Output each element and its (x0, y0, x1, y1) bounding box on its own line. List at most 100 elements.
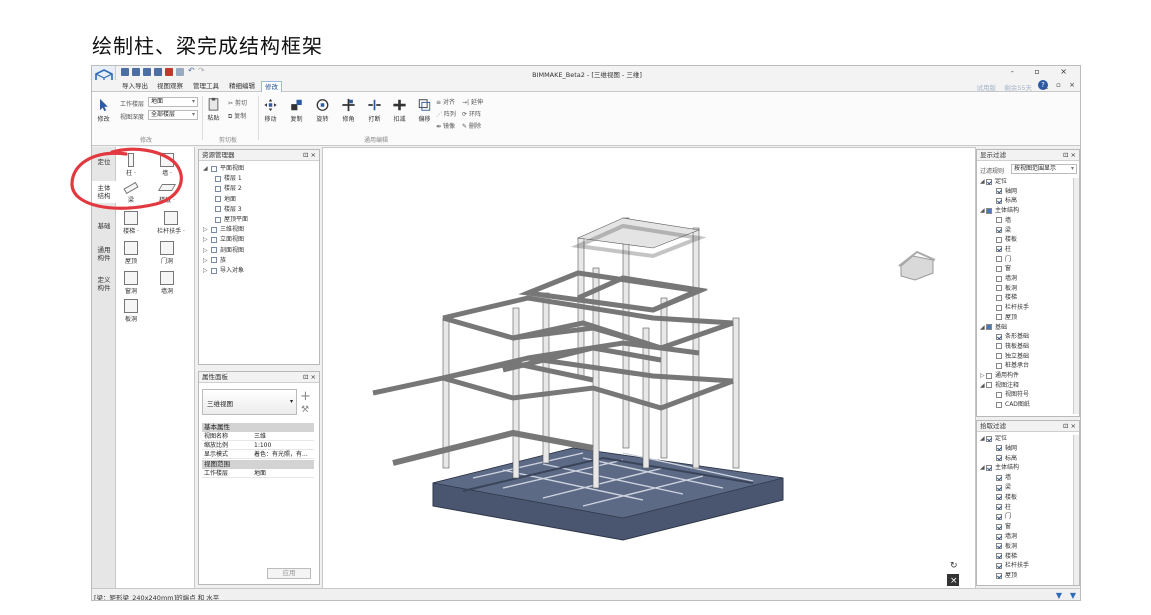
doc-window-controls[interactable]: _ ▫ × (1044, 81, 1078, 89)
view-cube[interactable] (898, 250, 936, 281)
checkbox[interactable] (996, 391, 1002, 398)
tree-item[interactable]: 轴网 (990, 445, 1017, 453)
tree-item[interactable]: 楼层 3 (213, 206, 242, 214)
nav-tab-common[interactable]: 通用 构件 (92, 243, 116, 265)
checkbox[interactable] (996, 333, 1002, 340)
tree-item[interactable]: 板洞 (990, 543, 1017, 551)
tree-item[interactable]: 独立基础 (990, 353, 1029, 361)
tab-import-export[interactable]: 导入导出 (119, 81, 151, 92)
tab-modify[interactable]: 修改 (261, 81, 282, 92)
checkbox[interactable] (986, 178, 992, 185)
prop-row[interactable]: 显示模式 着色：有光照，有... (202, 451, 314, 459)
checkbox[interactable] (986, 372, 992, 379)
checkbox[interactable] (996, 362, 1002, 369)
wrench-icon[interactable]: ⚒ (301, 405, 309, 415)
tree-item[interactable]: 楼层 1 (213, 175, 242, 183)
expand-icon[interactable]: ▷ (203, 247, 209, 255)
modify-button[interactable]: 修改 (96, 98, 111, 123)
prop-row[interactable]: 视图名称 三维 (202, 433, 314, 441)
copy-button[interactable]: 复制 (289, 98, 304, 123)
wall-opening-tool[interactable]: 墙洞 (152, 271, 182, 295)
tree-item[interactable]: 地面 (213, 196, 236, 204)
checkbox[interactable] (996, 494, 1002, 501)
tree-item[interactable]: 窗 (990, 523, 1011, 531)
nav-tab-custom[interactable]: 定义 构件 (92, 273, 116, 295)
delete-button[interactable]: ✎ 删除 (462, 121, 481, 130)
tree-item[interactable]: 筏板基础 (990, 343, 1029, 351)
expand-icon[interactable]: ▷ (203, 267, 209, 275)
checkbox[interactable] (996, 314, 1002, 321)
3d-model-canvas[interactable]: ↻ × (323, 148, 977, 590)
tree-item[interactable]: CAD图纸 (990, 401, 1030, 409)
checkbox[interactable] (996, 227, 1002, 233)
tree-item[interactable]: 屋顶 (990, 314, 1017, 322)
tab-fine-edit[interactable]: 精细编辑 (226, 81, 258, 92)
ring-array-button[interactable]: ⟳ 环阵 (462, 109, 481, 118)
tree-item[interactable]: ◢ 平面视图 (203, 165, 244, 173)
checkbox[interactable] (996, 188, 1002, 195)
tree-item[interactable]: 梁 (990, 227, 1011, 235)
tree-item[interactable]: ▷ 导入对象 (203, 267, 244, 275)
panel-pin-close-icon[interactable]: ⊡ × (1063, 150, 1076, 160)
door-opening-tool[interactable]: 门洞 (152, 241, 182, 265)
checkbox[interactable] (996, 513, 1002, 520)
view-depth-select[interactable]: 全部楼层 ▾ (148, 110, 198, 120)
tree-item[interactable]: 栏杆扶手 (990, 304, 1029, 312)
scrollbar[interactable] (1073, 178, 1079, 414)
checkbox[interactable] (996, 484, 1002, 491)
checkbox[interactable] (986, 382, 992, 389)
tree-item[interactable]: 楼层 2 (213, 185, 242, 193)
scrollbar[interactable] (1073, 435, 1079, 585)
work-floor-select[interactable]: 地面 ▾ (148, 97, 198, 107)
checkbox[interactable] (996, 285, 1002, 292)
checkbox[interactable] (996, 543, 1002, 550)
checkbox[interactable] (996, 562, 1002, 569)
rotate-button[interactable]: 旋转 (315, 98, 330, 123)
checkbox[interactable] (996, 353, 1002, 360)
collapse-icon[interactable]: ◢ (203, 165, 209, 173)
checkbox[interactable] (996, 533, 1002, 540)
checkbox[interactable] (996, 275, 1002, 282)
tree-item[interactable]: 柱 (990, 504, 1011, 512)
checkbox[interactable] (986, 435, 992, 442)
tree-item[interactable]: 门 (990, 256, 1011, 264)
panel-pin-close-icon[interactable]: ⊡ × (1063, 421, 1076, 431)
prop-row[interactable]: 缩放比例 1:100 (202, 442, 314, 450)
panel-pin-close-icon[interactable]: ⊡ × (303, 372, 316, 382)
checkbox[interactable] (996, 343, 1002, 350)
tree-item[interactable]: ◢ 主体结构 (980, 464, 1019, 472)
prop-row[interactable]: 工作楼层 地面 (202, 470, 314, 478)
tree-item[interactable]: ▷ 剖面视图 (203, 247, 244, 255)
checkbox[interactable] (996, 197, 1002, 204)
tree-item[interactable]: 板洞 (990, 285, 1017, 293)
window-opening-tool[interactable]: 窗洞 (116, 271, 146, 295)
tree-item[interactable]: 楼板 (990, 236, 1017, 244)
expand-icon[interactable]: ▷ (203, 236, 209, 244)
panel-pin-close-icon[interactable]: ⊡ × (303, 150, 316, 160)
tree-item[interactable]: 屋顶 (990, 572, 1017, 580)
cut-button[interactable]: ✂ 剪切 (228, 98, 247, 107)
refresh-icon[interactable]: ↻ (950, 561, 958, 571)
tree-item[interactable]: 楼梯 (990, 553, 1017, 561)
roof-tool[interactable]: 屋顶 (116, 241, 146, 265)
tree-item[interactable]: 墙洞 (990, 533, 1017, 541)
tree-item[interactable]: 视图符号 (990, 391, 1029, 399)
tree-item[interactable]: 标高 (990, 197, 1017, 205)
checkbox[interactable] (996, 256, 1002, 263)
apply-button[interactable]: 应用 (267, 568, 311, 579)
checkbox[interactable] (996, 572, 1002, 579)
trim-button[interactable]: 修角 (341, 98, 356, 123)
window-controls[interactable]: - ▫ × (1011, 67, 1076, 76)
checkbox[interactable] (996, 523, 1002, 530)
array-button[interactable]: ⋰ 阵列 (436, 109, 456, 118)
checkbox[interactable] (996, 504, 1002, 511)
tree-item[interactable]: 轴网 (990, 188, 1017, 196)
tree-item[interactable]: 门 (990, 513, 1011, 521)
tree-item[interactable]: ▷ 通用构件 (980, 372, 1019, 380)
tree-item[interactable]: 墙 (990, 474, 1011, 482)
tree-item[interactable]: 柱 (990, 246, 1011, 254)
tree-item[interactable]: 标高 (990, 455, 1017, 463)
checkbox[interactable] (996, 445, 1002, 452)
copy-small-button[interactable]: ⧉ 复制 (228, 111, 246, 121)
tab-view[interactable]: 视图观察 (154, 81, 186, 92)
